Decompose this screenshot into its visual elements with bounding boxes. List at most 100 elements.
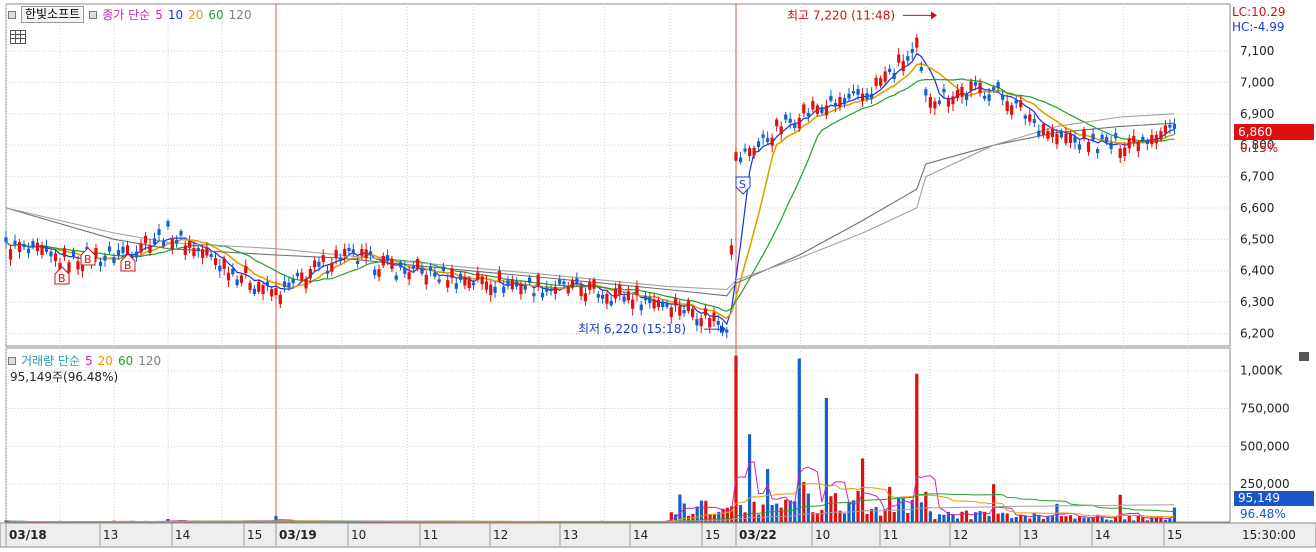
candle-body xyxy=(493,286,497,293)
candle-body xyxy=(770,137,774,146)
legend-toggle-icon[interactable] xyxy=(8,10,16,19)
candle-body xyxy=(112,257,116,264)
candle-body xyxy=(549,288,553,292)
volume-tick-label: 750,000 xyxy=(1240,402,1290,416)
candle-body xyxy=(515,281,519,287)
vma120-label: 120 xyxy=(138,353,162,368)
volume-bar xyxy=(906,512,910,522)
candle-body xyxy=(368,251,373,255)
time-axis-label: 15 xyxy=(705,528,720,542)
stock-chart[interactable]: 6,2006,3006,4006,5006,6006,7006,8006,900… xyxy=(0,0,1316,552)
buy-signal-label: B xyxy=(124,259,132,272)
volume-bar xyxy=(1109,520,1113,522)
candle-body xyxy=(691,308,695,318)
volume-bar xyxy=(1068,515,1073,522)
candle-body xyxy=(239,275,244,283)
candle-body xyxy=(838,97,842,107)
stock-name-button[interactable]: 한빛소프트 xyxy=(21,6,85,23)
candle-body xyxy=(558,279,562,284)
candle-body xyxy=(467,278,471,288)
candle-body xyxy=(321,255,325,262)
candle-body xyxy=(1105,136,1109,143)
candle-body xyxy=(1141,136,1145,142)
candle-body xyxy=(978,82,982,94)
candle-body xyxy=(656,299,661,308)
volume-bar xyxy=(1028,518,1032,522)
candle-body xyxy=(910,49,914,53)
candle-body xyxy=(313,260,317,268)
candle-body xyxy=(870,93,874,99)
volume-bar xyxy=(1073,518,1077,522)
candle-body xyxy=(53,253,58,262)
buy-signal-label: B xyxy=(58,272,66,285)
candle-body xyxy=(1127,138,1131,149)
candle-body xyxy=(983,95,987,99)
candle-body xyxy=(695,319,699,326)
ma120-label: 120 xyxy=(228,7,252,22)
candle-body xyxy=(188,240,192,248)
candle-body xyxy=(71,250,76,257)
volume-bar xyxy=(842,513,847,522)
candle-body xyxy=(287,282,291,288)
candle-body xyxy=(338,258,342,261)
candle-body xyxy=(489,284,493,296)
time-axis-label: 15 xyxy=(247,528,262,542)
candle-body xyxy=(766,138,770,143)
candle-body xyxy=(729,245,733,255)
candle-body xyxy=(761,134,765,138)
candle-body xyxy=(919,66,923,71)
candle-body xyxy=(1014,100,1018,104)
candle-body xyxy=(635,285,639,296)
candle-body xyxy=(506,280,510,286)
table-grid-icon[interactable] xyxy=(10,30,26,44)
candle-body xyxy=(933,101,937,109)
candle-body xyxy=(317,261,321,267)
candle-body xyxy=(403,267,407,274)
candle-body xyxy=(874,77,878,86)
candle-body xyxy=(300,272,304,281)
legend-toggle-icon[interactable] xyxy=(89,10,98,19)
candle-body xyxy=(992,87,996,91)
candle-body xyxy=(829,95,833,101)
candle-body xyxy=(1019,100,1023,108)
candle-body xyxy=(1091,133,1095,141)
candle-body xyxy=(652,299,656,309)
candle-body xyxy=(497,271,501,281)
candle-body xyxy=(1096,148,1100,154)
candle-body xyxy=(248,282,252,291)
candle-body xyxy=(325,270,330,274)
time-axis-clock: 15:30:00 xyxy=(1242,528,1296,542)
panel-collapse-icon[interactable] xyxy=(1299,352,1309,361)
volume-tick-label: 1,000K xyxy=(1240,364,1283,378)
candle-body xyxy=(1064,133,1068,144)
volume-bar xyxy=(678,494,682,522)
lc-label: LC:10.29 xyxy=(1232,5,1286,19)
candle-body xyxy=(888,68,892,72)
candle-body xyxy=(738,157,743,163)
candle-body xyxy=(626,291,630,301)
volume-bar xyxy=(1059,516,1064,522)
volume-bar xyxy=(933,519,937,522)
candle-body xyxy=(811,100,815,110)
price-tick-label: 7,100 xyxy=(1240,44,1274,58)
candle-body xyxy=(1032,119,1036,123)
time-axis-label: 13 xyxy=(563,528,578,542)
volume-bar xyxy=(1010,518,1014,522)
current-volume-badge: 95,149 xyxy=(1234,491,1314,506)
candle-body xyxy=(1073,136,1077,143)
candle-body xyxy=(784,114,788,120)
candle-body xyxy=(562,281,566,285)
candle-body xyxy=(192,248,196,257)
candle-body xyxy=(510,279,514,290)
candle-body xyxy=(879,78,883,86)
candle-body xyxy=(892,72,896,79)
candle-body xyxy=(725,329,729,333)
candle-body xyxy=(1154,134,1158,144)
candle-body xyxy=(166,221,170,227)
candle-body xyxy=(360,248,364,256)
candle-body xyxy=(833,102,838,107)
candle-body xyxy=(1100,134,1104,140)
candle-body xyxy=(639,304,643,311)
legend-toggle-icon[interactable] xyxy=(8,356,16,365)
candle-body xyxy=(213,258,218,266)
